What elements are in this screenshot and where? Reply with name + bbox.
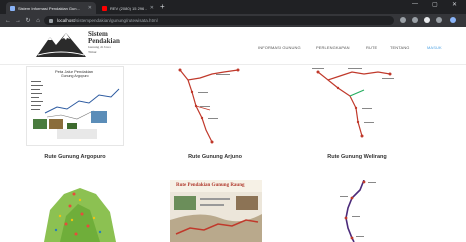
profile-avatar[interactable] [450, 17, 456, 23]
extension-icon[interactable] [436, 17, 442, 23]
tab-sistem-informasi[interactable]: Sistem Informasi Pendakian Gun... ✕ [6, 2, 96, 14]
close-icon[interactable]: ✕ [88, 5, 92, 11]
forward-icon[interactable]: → [13, 18, 23, 24]
tab-title: Sistem Informasi Pendakian Gun... [18, 5, 80, 11]
tab-youtube[interactable]: REV (2080) 15 296 - 2080 ✕ [98, 2, 158, 14]
map-image [308, 66, 406, 146]
reload-icon[interactable]: ↻ [23, 17, 33, 24]
map-image [27, 67, 123, 145]
maximize-button[interactable]: ▢ [432, 1, 438, 8]
menu-informasi-gunung[interactable]: INFORMASI GUNUNG [258, 45, 301, 50]
brand-name: Sistem Pendakian Gunung di Jawa Timur [88, 31, 120, 55]
route-map-4[interactable] [30, 180, 122, 242]
route-caption[interactable]: Rute Gunung Welirang [308, 154, 406, 160]
globe-icon [10, 5, 15, 11]
info-icon [49, 18, 53, 23]
close-window-button[interactable]: ✕ [452, 1, 457, 8]
url-host: localhost [57, 18, 75, 23]
route-map-welirang[interactable] [308, 66, 406, 146]
map-title: Rute Pendakian Gunung Raung [176, 183, 245, 188]
route-caption[interactable]: Rute Gunung Arjuno [166, 154, 264, 160]
url-path: /sistempendakian/gunung/rutewisata.html [74, 18, 158, 23]
browser-tab-bar: Sistem Informasi Pendakian Gun... ✕ REV … [0, 0, 466, 14]
home-icon[interactable]: ⌂ [33, 18, 43, 24]
youtube-icon [102, 5, 107, 11]
map-image [166, 66, 264, 146]
browser-nav-bar: ← → ↻ ⌂ localhost /sistempendakian/gunun… [0, 14, 466, 27]
menu-masuk[interactable]: MASUK [427, 45, 442, 50]
menu-rute[interactable]: RUTE [366, 45, 377, 50]
site-header: Sistem Pendakian Gunung di Jawa Timur IN… [0, 27, 466, 65]
map-image [30, 180, 122, 242]
minimize-button[interactable]: — [412, 1, 418, 7]
brand-tagline: Timur [88, 50, 97, 54]
star-icon[interactable] [412, 17, 418, 23]
map-image [170, 180, 262, 242]
close-icon[interactable]: ✕ [150, 5, 154, 11]
extension-icon[interactable] [400, 17, 406, 23]
route-map-6[interactable] [312, 180, 404, 242]
route-map-raung[interactable]: Rute Pendakian Gunung Raung [170, 180, 262, 242]
new-tab-button[interactable]: + [160, 2, 165, 12]
back-icon[interactable]: ← [3, 18, 13, 24]
brand-line: Pendakian [88, 37, 120, 45]
menu-perlengkapan[interactable]: PERLENGKAPAN [316, 45, 350, 50]
extension-icon[interactable] [424, 17, 430, 23]
tab-title: REV (2080) 15 296 - 2080 [110, 5, 147, 11]
map-subtitle: Gunung Argopuro [61, 74, 89, 78]
menu-tentang[interactable]: TENTANG [390, 45, 410, 50]
route-map-arjuno[interactable] [166, 66, 264, 146]
map-image [312, 180, 404, 242]
route-caption[interactable]: Rute Gunung Argopuro [26, 154, 124, 160]
address-bar[interactable]: localhost /sistempendakian/gunung/rutewi… [44, 16, 394, 25]
mountain-logo[interactable] [36, 31, 86, 59]
route-map-argopuro[interactable]: Peta Jalur Pendakian Gunung Argopuro [26, 66, 124, 146]
